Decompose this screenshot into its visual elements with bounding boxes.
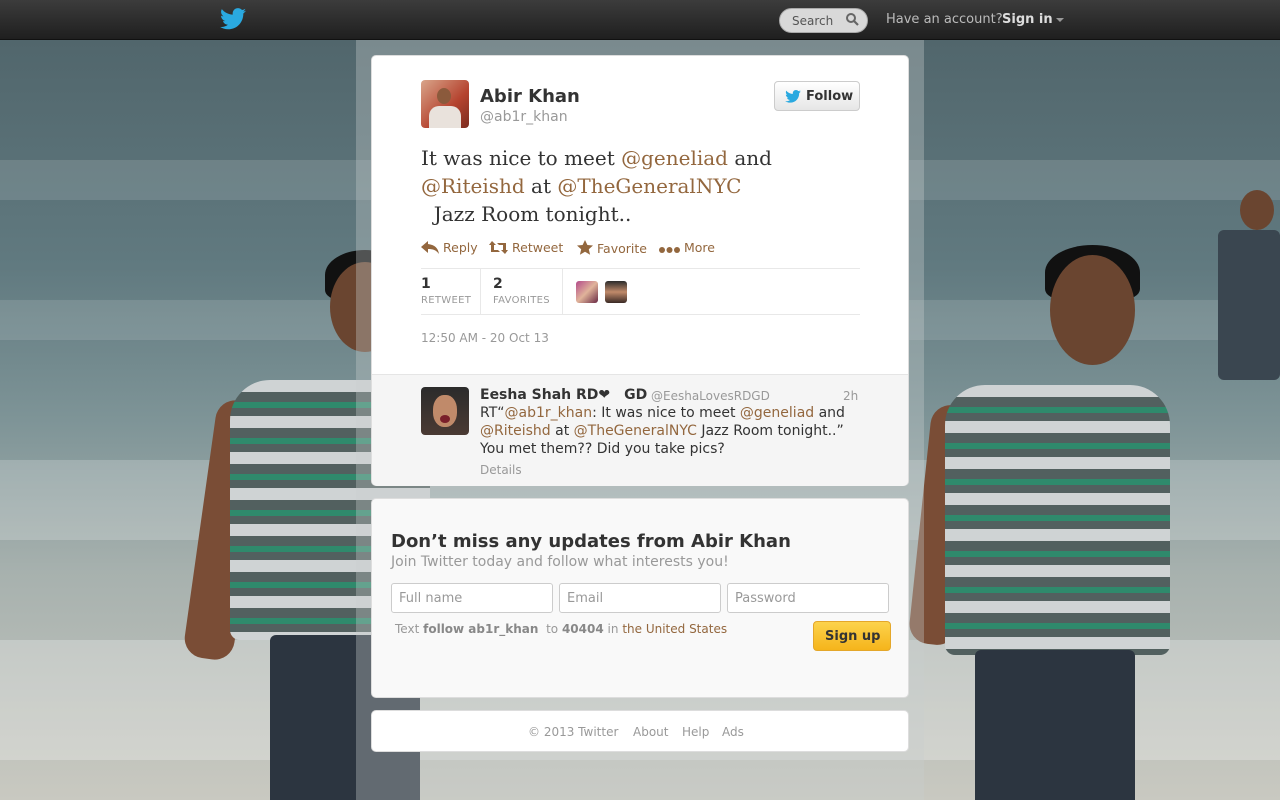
sign-up-button[interactable]: Sign up	[813, 621, 891, 651]
more-button[interactable]: More	[659, 240, 715, 257]
follow-button[interactable]: Follow	[774, 81, 860, 111]
footer-ads-link[interactable]: Ads	[722, 725, 744, 739]
reply-text-segment: : It was nice to meet	[592, 405, 740, 421]
retweet-stat[interactable]: 1 RETWEET	[421, 269, 481, 315]
signup-subtitle: Join Twitter today and follow what inter…	[391, 554, 729, 570]
search-placeholder: Search	[792, 14, 834, 28]
more-label: More	[684, 240, 715, 255]
person-background	[1190, 190, 1280, 430]
more-dots-icon	[659, 242, 680, 257]
reply-text: RT“@ab1r_khan: It was nice to meet @gene…	[480, 404, 860, 458]
reply-arrow-icon	[421, 241, 439, 257]
sms-to: to	[546, 622, 559, 636]
sms-in: in	[607, 622, 619, 636]
sms-command: follow ab1r_khan	[423, 622, 539, 636]
signup-title: Don’t miss any updates from Abir Khan	[391, 531, 791, 552]
tweet-text-segment: at	[524, 174, 558, 198]
reply-button[interactable]: Reply	[421, 240, 478, 257]
favorite-label: Favorite	[597, 241, 647, 256]
sms-text: Text	[395, 622, 420, 636]
copyright: © 2013 Twitter	[528, 725, 619, 739]
password-field[interactable]: Password	[727, 583, 889, 613]
reply-text-segment: RT“	[480, 405, 505, 421]
have-account-text: Have an account?	[886, 12, 1003, 27]
reply-details-link[interactable]: Details	[480, 463, 522, 477]
tweet-text-segment: It was nice to meet	[421, 146, 622, 170]
sign-in-label: Sign in	[1002, 12, 1053, 27]
country-link[interactable]: the United States	[622, 622, 727, 636]
reply-author-handle[interactable]: @EeshaLovesRDGD	[651, 389, 770, 403]
retweet-label: Retweet	[512, 240, 564, 255]
author-name[interactable]: Abir Khan	[480, 86, 580, 107]
tweet-text-segment: and	[727, 146, 772, 170]
reply-tweet: Eesha Shah RD❤ GD @EeshaLovesRDGD 2h RT“…	[372, 374, 908, 486]
favorites-count: 2	[493, 276, 503, 292]
tweet-timestamp[interactable]: 12:50 AM - 20 Oct 13	[421, 331, 549, 345]
email-field[interactable]: Email	[559, 583, 721, 613]
favoriter-avatar[interactable]	[605, 281, 627, 303]
search-icon[interactable]	[846, 13, 859, 29]
tweet-text-segment: Jazz Room tonight..	[421, 202, 632, 226]
twitter-bird-icon[interactable]	[220, 8, 246, 32]
mention-link[interactable]: @TheGeneralNYC	[557, 174, 741, 198]
mention-link[interactable]: @geneliad	[621, 146, 728, 170]
caret-down-icon	[1055, 17, 1064, 22]
author-handle[interactable]: @ab1r_khan	[480, 109, 568, 125]
reply-author-avatar[interactable]	[421, 387, 469, 435]
mention-link[interactable]: @Riteishd	[480, 423, 551, 439]
favoriter-avatar[interactable]	[576, 281, 598, 303]
mention-link[interactable]: @geneliad	[740, 405, 814, 421]
reply-author-name[interactable]: Eesha Shah RD❤ GD	[480, 387, 647, 403]
favorite-button[interactable]: Favorite	[577, 240, 647, 258]
sign-in-link[interactable]: Sign in	[1002, 12, 1064, 27]
full-name-field[interactable]: Full name	[391, 583, 553, 613]
mention-link[interactable]: @Riteishd	[421, 174, 525, 198]
person-right	[907, 245, 1170, 800]
tweet-text: It was nice to meet @geneliad and @Ritei…	[421, 144, 861, 228]
retweet-icon	[489, 241, 508, 257]
tweet-card: Abir Khan @ab1r_khan Follow It was nice …	[371, 55, 909, 486]
retweet-stat-label: RETWEET	[421, 295, 472, 306]
reply-text-segment: and	[814, 405, 845, 421]
follow-label: Follow	[806, 89, 854, 104]
reply-time[interactable]: 2h	[843, 389, 858, 403]
sms-number: 40404	[561, 622, 604, 636]
star-icon	[577, 240, 593, 258]
tweet-stats: 1 RETWEET 2 FAVORITES	[421, 268, 860, 315]
footer-help-link[interactable]: Help	[682, 725, 709, 739]
footer: © 2013 Twitter About Help Ads	[371, 710, 909, 752]
top-bar: Search Have an account? Sign in	[0, 0, 1280, 40]
twitter-bird-icon	[785, 90, 801, 107]
signup-card: Don’t miss any updates from Abir Khan Jo…	[371, 498, 909, 698]
author-avatar[interactable]	[421, 80, 469, 128]
sms-follow-text: Text follow ab1r_khan to 40404 in the Un…	[395, 622, 727, 636]
reply-text-segment: at	[550, 423, 574, 439]
mention-link[interactable]: @TheGeneralNYC	[574, 423, 697, 439]
retweet-count: 1	[421, 276, 431, 292]
mention-link[interactable]: @ab1r_khan	[505, 405, 593, 421]
retweet-button[interactable]: Retweet	[489, 240, 563, 257]
search-input[interactable]: Search	[779, 8, 868, 33]
favorites-stat[interactable]: 2 FAVORITES	[481, 269, 563, 315]
footer-about-link[interactable]: About	[633, 725, 668, 739]
favorites-stat-label: FAVORITES	[493, 295, 550, 306]
reply-label: Reply	[443, 240, 478, 255]
